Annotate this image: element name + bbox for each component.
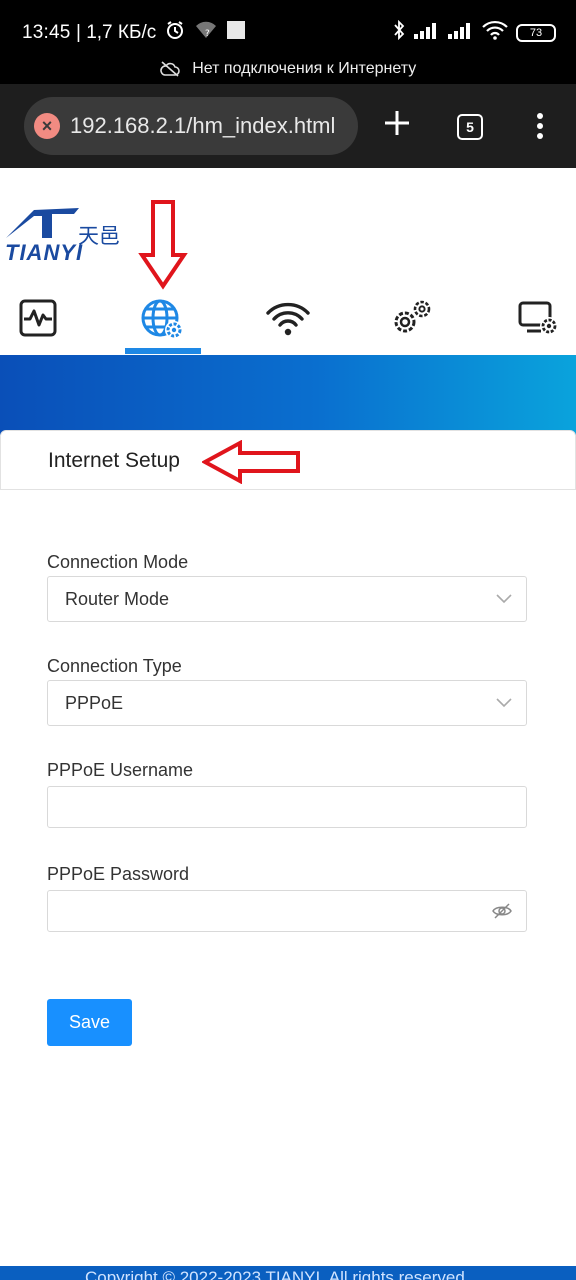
page-title: Internet Setup — [48, 449, 180, 472]
nav-internet[interactable] — [125, 292, 201, 354]
svg-text:?: ? — [205, 29, 210, 39]
header-banner — [0, 355, 576, 435]
connection-mode-value[interactable]: Router Mode — [65, 589, 169, 610]
network-speed: | 1,7 КБ/с — [76, 22, 157, 43]
chevron-down-icon[interactable] — [496, 695, 512, 713]
alarm-icon — [165, 20, 185, 45]
cloud-off-icon — [159, 60, 192, 77]
offline-message: Нет подключения к Интернету — [192, 60, 417, 77]
signal-icon — [414, 21, 440, 44]
nav-advanced[interactable] — [374, 292, 450, 354]
url-text[interactable]: 192.168.2.1/hm_index.html — [70, 113, 335, 139]
logo-chinese-text: 天邑 — [78, 224, 120, 248]
new-tab-icon[interactable] — [382, 108, 412, 143]
pppoe-username-field[interactable] — [47, 786, 527, 828]
pppoe-username-label: PPPoE Username — [47, 760, 194, 780]
bluetooth-icon — [392, 19, 406, 45]
wifi-icon[interactable] — [266, 298, 310, 343]
pppoe-password-label: PPPoE Password — [47, 864, 190, 884]
connection-type-select[interactable]: PPPoE — [47, 680, 527, 726]
save-button[interactable]: Save — [47, 999, 132, 1046]
status-waveform-icon[interactable] — [18, 298, 58, 343]
logo-icon — [4, 200, 86, 245]
not-secure-icon[interactable]: × — [34, 113, 60, 139]
wifi-icon — [482, 20, 508, 45]
logo-english-text: TIANYI — [5, 240, 84, 265]
battery-icon: 73 — [516, 23, 556, 42]
advanced-gears-icon[interactable] — [389, 298, 435, 343]
nav-wifi[interactable] — [250, 292, 326, 354]
connection-mode-label: Connection Mode — [47, 552, 189, 572]
top-navigation — [0, 292, 576, 354]
nav-system[interactable] — [500, 292, 576, 354]
connection-type-value[interactable]: PPPoE — [65, 693, 123, 714]
system-monitor-gear-icon[interactable] — [517, 298, 559, 343]
internet-globe-gear-icon[interactable] — [140, 298, 186, 347]
eye-slash-icon[interactable] — [492, 902, 512, 925]
connection-mode-select[interactable]: Router Mode — [47, 576, 527, 622]
connection-type-label: Connection Type — [47, 656, 182, 676]
status-bar: 13:45 | 1,7 КБ/с ? 73 Нет подключения к … — [0, 0, 576, 84]
menu-icon[interactable] — [534, 112, 546, 145]
tabs-icon[interactable]: 5 — [457, 114, 483, 140]
notification-square-icon — [227, 21, 245, 44]
pppoe-password-field[interactable] — [47, 890, 527, 932]
annotation-arrow-left-icon — [200, 439, 302, 489]
clock: 13:45 — [22, 22, 71, 43]
annotation-arrow-down-icon — [138, 200, 188, 295]
chevron-down-icon[interactable] — [496, 591, 512, 609]
address-bar[interactable]: × 192.168.2.1/hm_index.html — [24, 97, 358, 155]
footer: Copyright © 2022-2023 TIANYI. All rights… — [0, 1266, 576, 1280]
signal-icon — [448, 21, 474, 44]
copyright-text: Copyright © 2022-2023 TIANYI. All rights… — [85, 1268, 470, 1280]
nav-status[interactable] — [0, 292, 76, 354]
wifi-question-icon: ? — [195, 21, 217, 44]
browser-toolbar: × 192.168.2.1/hm_index.html 5 — [0, 84, 576, 168]
